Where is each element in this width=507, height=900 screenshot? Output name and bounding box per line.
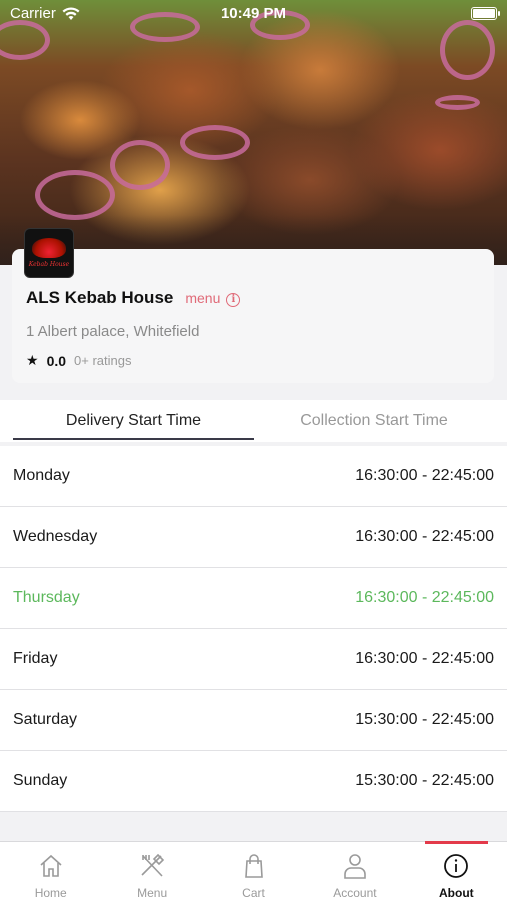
time-range: 15:30:00 - 22:45:00 [355,711,494,728]
hours-row-wednesday: Wednesday 16:30:00 - 22:45:00 [0,507,507,568]
status-bar: Carrier 10:49 PM [0,0,507,28]
hours-tabs: Delivery Start Time Collection Start Tim… [0,400,507,442]
restaurant-title-row: ALS Kebab House menu i [26,288,241,308]
time-range: 15:30:00 - 22:45:00 [355,772,494,789]
rating-row: ★ 0.0 0+ ratings [26,352,131,369]
rating-count: 0+ ratings [74,353,132,368]
info-icon [444,854,469,878]
menu-link[interactable]: menu [185,290,220,306]
hours-row-monday: Monday 16:30:00 - 22:45:00 [0,446,507,507]
status-time: 10:49 PM [220,5,287,22]
day-label: Monday [13,467,70,484]
info-icon[interactable]: i [226,293,241,307]
active-tab-indicator [13,438,254,440]
tab-account[interactable]: Account [304,842,405,900]
tab-label: About [439,886,474,900]
person-icon [344,854,366,879]
tab-cart[interactable]: Cart [203,842,304,900]
fork-knife-icon [141,853,165,877]
rating-value: 0.0 [46,352,67,369]
time-range: 16:30:00 - 22:45:00 [355,589,494,606]
day-label: Wednesday [13,528,98,545]
shopping-bag-icon [244,854,263,878]
tab-delivery-start-time[interactable]: Delivery Start Time [13,412,254,430]
tab-label: Cart [242,886,265,900]
day-label: Sunday [13,772,68,789]
hero-food-image [0,0,507,265]
restaurant-address: 1 Albert palace, Whitefield [26,323,200,340]
tab-collection-start-time[interactable]: Collection Start Time [254,412,494,430]
restaurant-name: ALS Kebab House [26,288,174,307]
tab-home[interactable]: Home [0,842,101,900]
day-label: Saturday [13,711,78,728]
restaurant-logo: Kebab House [24,228,74,278]
home-icon [40,854,62,877]
time-range: 16:30:00 - 22:45:00 [355,650,494,667]
tab-label: Menu [137,886,168,900]
hours-row-sunday: Sunday 15:30:00 - 22:45:00 [0,751,507,812]
tab-label: Account [333,886,377,900]
hours-row-friday: Friday 16:30:00 - 22:45:00 [0,629,507,690]
star-icon: ★ [26,352,39,368]
battery-icon [471,7,500,20]
day-label: Friday [13,650,58,667]
tab-about[interactable]: About [406,841,507,900]
hours-row-saturday: Saturday 15:30:00 - 22:45:00 [0,690,507,751]
opening-hours-list: Monday 16:30:00 - 22:45:00 Wednesday 16:… [0,446,507,812]
tab-menu[interactable]: Menu [101,842,202,900]
time-range: 16:30:00 - 22:45:00 [355,528,494,545]
hours-row-thursday: Thursday 16:30:00 - 22:45:00 [0,568,507,629]
day-label: Thursday [13,589,80,606]
tab-label: Home [34,886,67,900]
bottom-tab-bar: Home Menu Cart Account About [0,841,507,900]
time-range: 16:30:00 - 22:45:00 [355,467,494,484]
flame-icon [32,238,66,258]
